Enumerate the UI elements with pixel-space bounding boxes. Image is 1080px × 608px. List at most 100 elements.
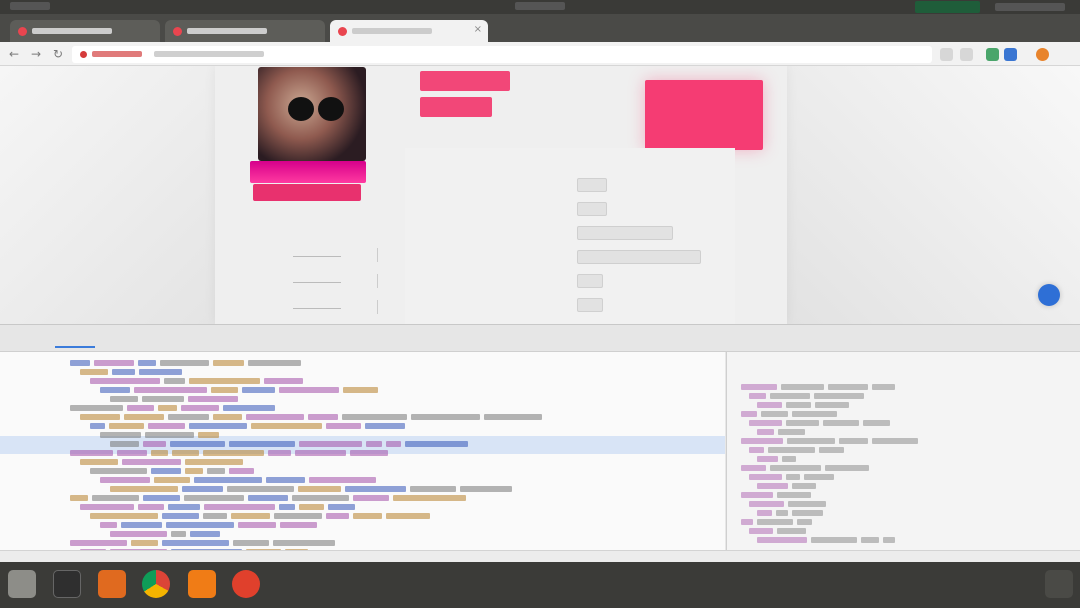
form-row: [405, 224, 735, 244]
dom-node-line[interactable]: [100, 385, 382, 393]
browser-tab-strip: [0, 14, 1080, 42]
app-icon[interactable]: [232, 570, 260, 598]
form-input[interactable]: [577, 274, 603, 288]
form-input[interactable]: [577, 298, 603, 312]
form-select[interactable]: [577, 226, 673, 240]
devtools-styles-pane[interactable]: [726, 352, 1080, 550]
browser-tab[interactable]: [10, 20, 160, 42]
dom-node-line[interactable]: [70, 448, 392, 456]
os-tray-indicator[interactable]: [915, 1, 980, 13]
dom-node-line[interactable]: [90, 421, 409, 429]
dom-node-line[interactable]: [90, 376, 307, 384]
extension-icon[interactable]: [960, 48, 973, 61]
dom-node-line[interactable]: [110, 394, 242, 402]
profile-photo[interactable]: [258, 67, 366, 161]
change-photo-button[interactable]: [253, 184, 361, 201]
form-select[interactable]: [577, 250, 701, 264]
os-system-menu[interactable]: [995, 3, 1065, 11]
form-label: [419, 180, 420, 190]
action-button[interactable]: [420, 71, 510, 91]
dom-node-line[interactable]: [100, 475, 380, 483]
address-bar[interactable]: [72, 46, 932, 63]
profile-username: [255, 223, 365, 235]
dom-node-line[interactable]: [70, 358, 305, 366]
style-rule-line: [741, 434, 922, 444]
stat-label: [245, 251, 246, 261]
profile-page: [215, 66, 787, 324]
style-rule-line: [741, 515, 816, 525]
dom-node-line[interactable]: [100, 520, 321, 528]
devtools-tab[interactable]: [115, 336, 155, 348]
devtools-sidebar-tab[interactable]: [915, 360, 955, 370]
tab-title: [187, 28, 267, 34]
style-rule-line: [757, 425, 809, 435]
extension-icon[interactable]: [1004, 48, 1017, 61]
dom-node-line[interactable]: [100, 430, 223, 438]
bookmark-star-icon[interactable]: [940, 48, 953, 61]
dom-node-line[interactable]: [70, 403, 279, 411]
os-app-menu[interactable]: [10, 2, 50, 10]
security-icon[interactable]: [80, 51, 87, 58]
sunglasses-lens: [318, 97, 344, 121]
devtools-tab[interactable]: [55, 336, 95, 348]
last-name-field[interactable]: [577, 202, 607, 216]
dom-node-line[interactable]: [80, 367, 186, 375]
devtools-sidebar-tab[interactable]: [784, 360, 824, 370]
devtools-sidebar-tab[interactable]: [738, 360, 778, 370]
stat-separator: [377, 248, 378, 262]
style-rule-line: [749, 497, 830, 507]
dom-node-line[interactable]: [110, 529, 224, 537]
profile-avatar[interactable]: [1036, 48, 1049, 61]
dom-node-line[interactable]: [110, 439, 472, 447]
first-name-field[interactable]: [577, 178, 607, 192]
forward-arrow-icon[interactable]: →: [28, 46, 44, 62]
style-rule-line: [749, 389, 868, 399]
close-tab-icon[interactable]: ×: [474, 24, 482, 35]
style-rule-line: [757, 479, 820, 489]
devtools-tab[interactable]: [385, 336, 425, 348]
browser-tab[interactable]: [165, 20, 325, 42]
chrome-app-icon[interactable]: [142, 570, 170, 598]
style-rule-line: [741, 380, 899, 390]
dom-node-line[interactable]: [90, 466, 258, 474]
form-label: [419, 276, 420, 286]
devtools-tab[interactable]: [215, 336, 255, 348]
devtools-tab[interactable]: [268, 336, 308, 348]
devtools-tab[interactable]: [450, 336, 490, 348]
dom-node-line[interactable]: [90, 511, 434, 519]
files-app-icon[interactable]: [8, 570, 36, 598]
devtools-tab[interactable]: [165, 336, 205, 348]
office-app-icon[interactable]: [98, 570, 126, 598]
dom-node-line[interactable]: [110, 484, 516, 492]
dom-node-line[interactable]: [70, 538, 339, 546]
dom-node-line[interactable]: [80, 502, 359, 510]
os-clock[interactable]: [515, 2, 565, 10]
chat-help-icon[interactable]: [1038, 284, 1060, 306]
devtools-sidebar-tab[interactable]: [1000, 360, 1040, 370]
editor-app-icon[interactable]: [188, 570, 216, 598]
browser-tab-active[interactable]: ×: [330, 20, 488, 42]
page-viewport: [0, 66, 1080, 324]
promo-card[interactable]: [645, 80, 763, 150]
devtools-elements-panel[interactable]: [0, 352, 725, 550]
os-top-bar: [0, 0, 1080, 14]
extension-icon[interactable]: [986, 48, 999, 61]
form-row: [405, 176, 735, 196]
dom-node-line[interactable]: [80, 412, 546, 420]
tab-favicon-icon: [173, 27, 182, 36]
dom-node-line[interactable]: [80, 457, 247, 465]
devtools-tab[interactable]: [335, 336, 375, 348]
back-arrow-icon[interactable]: ←: [6, 46, 22, 62]
action-button[interactable]: [420, 97, 492, 117]
devtools-toolbar: [0, 324, 1080, 352]
reload-icon[interactable]: ↻: [50, 46, 66, 62]
devtools-sidebar-tab[interactable]: [838, 360, 878, 370]
stat-divider: [293, 256, 341, 257]
tab-favicon-icon: [338, 27, 347, 36]
devtools-breadcrumb[interactable]: [0, 550, 1080, 562]
promo-subtitle: [655, 110, 753, 120]
terminal-app-icon[interactable]: [53, 570, 81, 598]
dom-node-line[interactable]: [70, 493, 470, 501]
show-apps-icon[interactable]: [1045, 570, 1073, 598]
devtools-tab[interactable]: [500, 336, 540, 348]
